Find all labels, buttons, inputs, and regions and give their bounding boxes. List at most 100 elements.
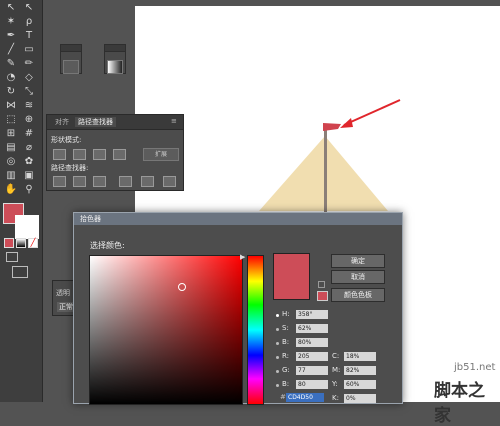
g-label: G: <box>282 366 290 374</box>
pathfinders-label: 路径查找器: <box>51 164 89 172</box>
watermark: jb51.net 脚本之家 <box>430 360 500 426</box>
hue-slider-arrow-icon[interactable]: ▶ <box>240 253 245 261</box>
symbol-sprayer-tool-icon[interactable]: ✿ <box>22 156 36 167</box>
minus-back-icon[interactable] <box>163 176 176 187</box>
c-label: C: <box>332 352 340 360</box>
stroke-swatch[interactable] <box>15 215 39 239</box>
artboard-tool-icon[interactable]: ▣ <box>22 170 36 181</box>
color-mode-button[interactable] <box>4 238 14 248</box>
y-field[interactable]: 60% <box>344 380 376 389</box>
hue-slider[interactable] <box>247 255 264 405</box>
trim-icon[interactable] <box>73 176 86 187</box>
hand-tool-icon[interactable]: ✋ <box>4 184 18 195</box>
shape-builder-tool-icon[interactable]: ⊕ <box>22 114 36 125</box>
rotate-tool-icon[interactable]: ↻ <box>4 86 18 97</box>
screen-mode-icon[interactable] <box>12 266 28 278</box>
color-field-cursor[interactable] <box>178 283 186 291</box>
new-color-swatch <box>273 253 310 300</box>
paintbrush-tool-icon[interactable]: ✎ <box>4 58 18 69</box>
eraser-tool-icon[interactable]: ◇ <box>22 72 36 83</box>
expand-button[interactable]: 扩展 <box>143 148 179 161</box>
magic-wand-tool-icon[interactable]: ✶ <box>4 16 18 27</box>
c-field[interactable]: 18% <box>344 352 376 361</box>
pencil-tool-icon[interactable]: ✏ <box>22 58 36 69</box>
pathfinder-panel: 对齐 路径查找器 ≡ 形状模式: 扩展 路径查找器: <box>46 114 184 191</box>
blob-brush-tool-icon[interactable]: ◔ <box>4 72 18 83</box>
minus-front-icon[interactable] <box>73 149 86 160</box>
s-label: S: <box>282 324 289 332</box>
zoom-tool-icon[interactable]: ⚲ <box>22 184 36 195</box>
dialog-title: 拾色器 <box>74 213 402 225</box>
b-field[interactable]: 80% <box>296 338 328 347</box>
web-color-cube-icon[interactable] <box>318 281 325 288</box>
panel-grip[interactable] <box>105 45 125 52</box>
rectangle-tool-icon[interactable]: ▭ <box>22 44 36 55</box>
s-field[interactable]: 62% <box>296 324 328 333</box>
radio-g[interactable] <box>276 370 279 373</box>
shape-modes-label: 形状模式: <box>51 136 82 144</box>
panel-icon[interactable] <box>63 60 79 74</box>
h-field[interactable]: 358° <box>296 310 328 319</box>
r-field[interactable]: 205 <box>296 352 328 361</box>
collapsed-panel-right[interactable] <box>104 44 126 74</box>
hex-field[interactable]: CD4D50 <box>286 393 324 402</box>
collapsed-panel-left[interactable] <box>60 44 82 74</box>
radio-b[interactable] <box>276 342 279 345</box>
color-swatches-button[interactable]: 颜色色板 <box>331 288 385 302</box>
tab-transparency[interactable]: 透明 <box>56 288 70 298</box>
gradient-mode-button[interactable] <box>16 238 26 248</box>
panel-grip[interactable] <box>61 45 81 52</box>
panel-menu-icon[interactable]: ≡ <box>171 117 177 125</box>
b-rgb-label: B: <box>282 380 290 388</box>
gradient-tool-icon[interactable]: ▤ <box>4 142 18 153</box>
scale-tool-icon[interactable]: ⤡ <box>22 86 36 97</box>
perspective-grid-tool-icon[interactable]: ⊞ <box>4 128 18 139</box>
line-tool-icon[interactable]: ╱ <box>4 44 18 55</box>
gradient-panel-icon[interactable] <box>107 60 123 74</box>
width-tool-icon[interactable]: ⋈ <box>4 100 18 111</box>
warp-tool-icon[interactable]: ≋ <box>22 100 36 111</box>
type-tool-icon[interactable]: T <box>22 30 36 41</box>
color-field[interactable] <box>89 255 243 405</box>
panel-tabs: 对齐 路径查找器 ≡ <box>47 115 183 130</box>
draw-mode-icon[interactable] <box>6 252 18 262</box>
crop-icon[interactable] <box>119 176 132 187</box>
lasso-tool-icon[interactable]: ρ <box>22 16 36 27</box>
watermark-brand: 脚本之家 <box>434 381 485 426</box>
g-field[interactable]: 77 <box>296 366 328 375</box>
direct-selection-tool-icon[interactable]: ↖ <box>22 2 36 13</box>
divide-icon[interactable] <box>53 176 66 187</box>
m-label: M: <box>332 366 341 374</box>
b-rgb-field[interactable]: 80 <box>296 380 328 389</box>
b-label: B: <box>282 338 290 346</box>
tab-align[interactable]: 对齐 <box>55 117 69 127</box>
ok-button[interactable]: 确定 <box>331 254 385 268</box>
mesh-tool-icon[interactable]: # <box>22 128 36 139</box>
web-safe-swatch[interactable] <box>317 291 328 301</box>
exclude-icon[interactable] <box>113 149 126 160</box>
h-label: H: <box>282 310 290 318</box>
blend-tool-icon[interactable]: ◎ <box>4 156 18 167</box>
r-label: R: <box>282 352 290 360</box>
radio-b-rgb[interactable] <box>276 384 279 387</box>
radio-h[interactable] <box>276 314 279 317</box>
intersect-icon[interactable] <box>93 149 106 160</box>
graph-tool-icon[interactable]: ▥ <box>4 170 18 181</box>
eyedropper-tool-icon[interactable]: ⌀ <box>22 142 36 153</box>
none-mode-button[interactable]: ╱ <box>28 238 38 248</box>
cancel-button[interactable]: 取消 <box>331 270 385 284</box>
m-field[interactable]: 82% <box>344 366 376 375</box>
unite-icon[interactable] <box>53 149 66 160</box>
outline-icon[interactable] <box>141 176 154 187</box>
pointer-arrow-line <box>343 99 401 126</box>
selection-tool-icon[interactable]: ↖ <box>4 2 18 13</box>
merge-icon[interactable] <box>93 176 106 187</box>
radio-s[interactable] <box>276 328 279 331</box>
y-label: Y: <box>332 380 338 388</box>
radio-r[interactable] <box>276 356 279 359</box>
watermark-site: jb51.net <box>454 362 496 373</box>
tab-pathfinder[interactable]: 路径查找器 <box>75 117 116 127</box>
color-picker-dialog: 拾色器 选择颜色: ▶ 确定 取消 颜色色板 H: 358° S: 62% B:… <box>73 212 403 405</box>
free-transform-tool-icon[interactable]: ⬚ <box>4 114 18 125</box>
pen-tool-icon[interactable]: ✒ <box>4 30 18 41</box>
